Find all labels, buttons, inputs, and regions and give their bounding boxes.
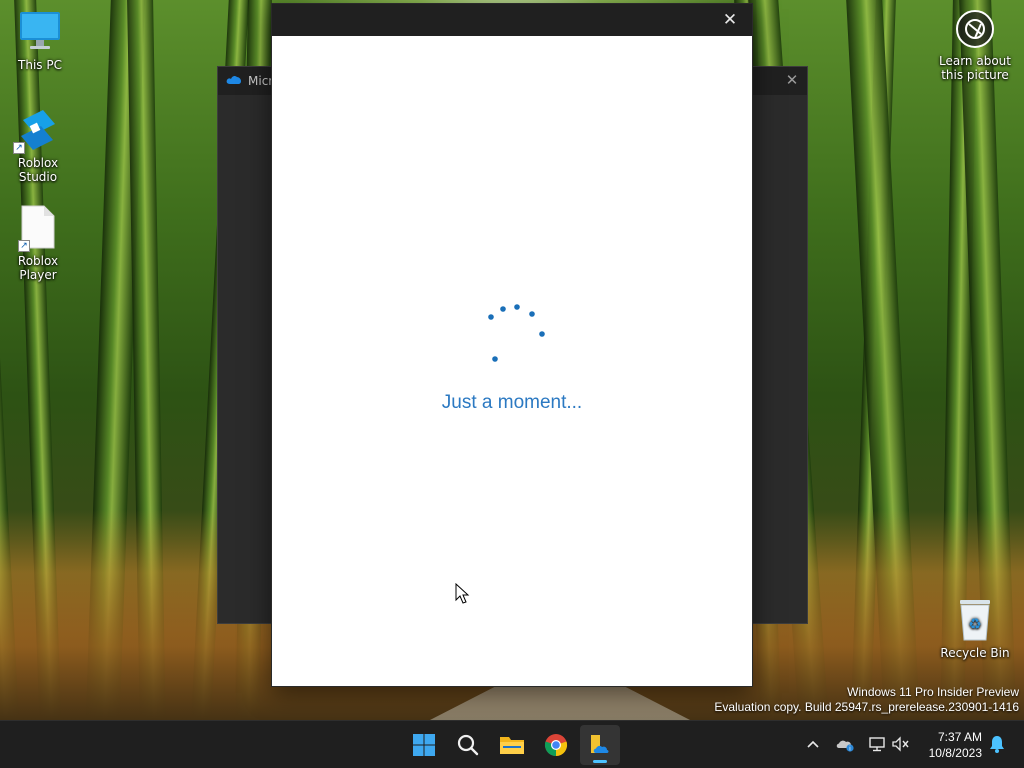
onedrive-tray-button[interactable]: i (834, 733, 856, 755)
watermark-line-1: Windows 11 Pro Insider Preview (847, 685, 1019, 699)
desktop-icon-label: Roblox Studio (17, 156, 59, 184)
desktop-icon-this-pc[interactable]: This PC (0, 10, 80, 72)
svg-text:♻: ♻ (968, 615, 981, 633)
file-explorer-icon (500, 737, 524, 754)
bell-icon (990, 736, 1004, 753)
chrome-icon (544, 734, 568, 757)
close-icon[interactable]: ✕ (783, 71, 801, 89)
learn-about-picture[interactable]: Learn about this picture (936, 10, 1014, 82)
clock-time: 7:37 AM (937, 730, 982, 744)
onedrive-status-icon: i (836, 740, 854, 752)
search-icon (457, 734, 479, 756)
recycle-bin-icon: ♻ (955, 596, 995, 642)
onedrive-setup-icon (591, 735, 609, 753)
chevron-up-icon (807, 740, 819, 748)
onedrive-signin-dialog: ✕ Just a moment... (271, 3, 753, 687)
network-button[interactable] (866, 733, 888, 755)
desktop-icon-roblox-studio[interactable]: ↗ Roblox Studio (0, 106, 78, 184)
onedrive-cloud-icon (226, 74, 242, 88)
window-title: Micr (248, 74, 274, 88)
onedrive-setup-button[interactable] (580, 725, 620, 765)
search-button[interactable] (448, 725, 488, 765)
desktop-icon-recycle-bin[interactable]: ♻ Recycle Bin (935, 596, 1015, 660)
clock-date: 10/8/2023 (928, 746, 982, 760)
desktop-icon-label: This PC (18, 58, 62, 72)
windows-start-icon (413, 734, 435, 756)
dialog-titlebar[interactable]: ✕ (272, 4, 752, 36)
monitor-icon (19, 10, 61, 54)
camera-info-icon (956, 10, 994, 48)
volume-muted-icon (892, 736, 909, 752)
learn-about-label: Learn about this picture (939, 54, 1011, 82)
chrome-button[interactable] (536, 725, 576, 765)
watermark-line-2: Evaluation copy. Build 25947.rs_prerelea… (714, 700, 1019, 714)
desktop-icon-label: Roblox Player (17, 254, 59, 282)
close-icon[interactable]: ✕ (720, 10, 740, 30)
volume-button[interactable] (890, 733, 912, 755)
blank-file-icon: ↗ (18, 204, 56, 252)
loading-spinner-icon (488, 304, 545, 362)
show-hidden-icons-button[interactable] (802, 733, 824, 755)
loading-status-text: Just a moment... (441, 392, 583, 413)
network-icon (869, 737, 885, 752)
notification-center-button[interactable] (986, 733, 1008, 755)
mouse-cursor-icon (455, 583, 470, 604)
taskbar-clock[interactable]: 7:37 AM 10/8/2023 (929, 729, 982, 761)
taskbar: i 7:37 AM 10/8/2023 (0, 720, 1024, 768)
file-explorer-button[interactable] (492, 725, 532, 765)
desktop-icon-roblox-player[interactable]: ↗ Roblox Player (0, 204, 78, 282)
roblox-studio-icon: ↗ (13, 106, 61, 154)
desktop-icon-label: Recycle Bin (940, 646, 1010, 660)
start-button[interactable] (404, 725, 444, 765)
evaluation-watermark: Windows 11 Pro Insider Preview Evaluatio… (714, 685, 1019, 715)
